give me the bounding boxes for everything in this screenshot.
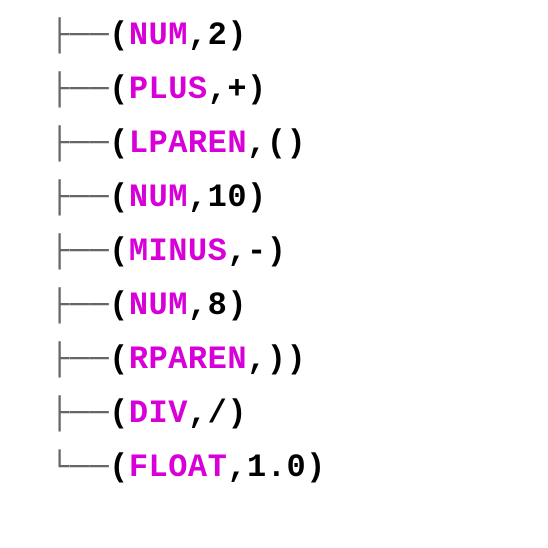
close-paren: ) xyxy=(306,452,326,484)
open-paren: ( xyxy=(109,398,129,430)
token-row: ├── ( NUM , 10 ) xyxy=(50,182,548,214)
tree-branch-icon: ├── xyxy=(50,182,109,214)
token-row: ├── ( RPAREN , ) ) xyxy=(50,344,548,376)
open-paren: ( xyxy=(109,344,129,376)
open-paren: ( xyxy=(109,236,129,268)
open-paren: ( xyxy=(109,452,129,484)
token-value: 1.0 xyxy=(247,452,306,484)
token-type: FLOAT xyxy=(129,452,228,484)
token-type: NUM xyxy=(129,182,188,214)
token-value: 2 xyxy=(208,20,228,52)
open-paren: ( xyxy=(109,290,129,322)
token-row: └── ( FLOAT , 1.0 ) xyxy=(50,452,548,484)
token-tree: ├── ( NUM , 2 ) ├── ( PLUS , + ) ├── ( L… xyxy=(0,0,548,484)
comma: , xyxy=(227,236,247,268)
comma: , xyxy=(188,20,208,52)
token-row: ├── ( NUM , 8 ) xyxy=(50,290,548,322)
tree-branch-icon: ├── xyxy=(50,290,109,322)
comma: , xyxy=(188,290,208,322)
close-paren: ) xyxy=(286,344,306,376)
tree-branch-icon: └── xyxy=(50,452,109,484)
close-paren: ) xyxy=(286,128,306,160)
comma: , xyxy=(247,128,267,160)
token-type: NUM xyxy=(129,20,188,52)
token-type: RPAREN xyxy=(129,344,247,376)
token-row: ├── ( NUM , 2 ) xyxy=(50,20,548,52)
close-paren: ) xyxy=(247,182,267,214)
tree-branch-icon: ├── xyxy=(50,344,109,376)
open-paren: ( xyxy=(109,20,129,52)
tree-branch-icon: ├── xyxy=(50,74,109,106)
tree-branch-icon: ├── xyxy=(50,236,109,268)
token-row: ├── ( MINUS , - ) xyxy=(50,236,548,268)
token-type: PLUS xyxy=(129,74,208,106)
comma: , xyxy=(247,344,267,376)
token-value: 10 xyxy=(208,182,247,214)
close-paren: ) xyxy=(227,290,247,322)
token-value: / xyxy=(208,398,228,430)
close-paren: ) xyxy=(227,20,247,52)
comma: , xyxy=(188,398,208,430)
open-paren: ( xyxy=(109,128,129,160)
token-row: ├── ( DIV , / ) xyxy=(50,398,548,430)
token-value: - xyxy=(247,236,267,268)
close-paren: ) xyxy=(267,236,287,268)
token-type: MINUS xyxy=(129,236,228,268)
token-row: ├── ( PLUS , + ) xyxy=(50,74,548,106)
tree-branch-icon: ├── xyxy=(50,128,109,160)
token-value: ) xyxy=(267,344,287,376)
comma: , xyxy=(188,182,208,214)
token-type: DIV xyxy=(129,398,188,430)
close-paren: ) xyxy=(247,74,267,106)
open-paren: ( xyxy=(109,74,129,106)
open-paren: ( xyxy=(109,182,129,214)
token-type: NUM xyxy=(129,290,188,322)
tree-branch-icon: ├── xyxy=(50,398,109,430)
token-type: LPAREN xyxy=(129,128,247,160)
comma: , xyxy=(227,452,247,484)
token-value: 8 xyxy=(208,290,228,322)
token-value: + xyxy=(227,74,247,106)
token-row: ├── ( LPAREN , ( ) xyxy=(50,128,548,160)
comma: , xyxy=(208,74,228,106)
tree-branch-icon: ├── xyxy=(50,20,109,52)
close-paren: ) xyxy=(227,398,247,430)
token-value: ( xyxy=(267,128,287,160)
